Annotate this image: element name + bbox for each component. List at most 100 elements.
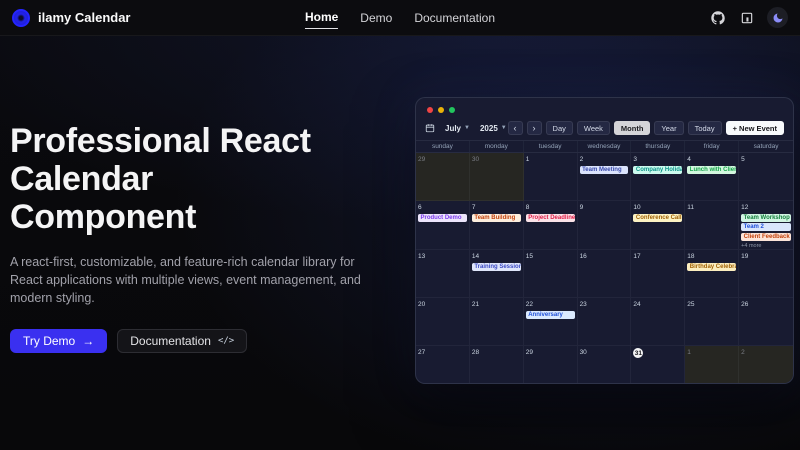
day-number: 26 <box>741 300 791 309</box>
calendar-day-cell[interactable]: 5 <box>739 153 793 201</box>
calendar-day-cell[interactable]: 6Product Demo <box>416 201 470 250</box>
calendar-day-cell[interactable]: 13 <box>416 250 470 298</box>
calendar-event[interactable]: Team Workshop <box>741 214 791 222</box>
weekday-label-thursday: thursday <box>631 141 685 152</box>
calendar-day-cell[interactable]: 11 <box>685 201 739 250</box>
day-number: 13 <box>418 252 467 261</box>
close-window-icon[interactable] <box>427 107 433 113</box>
calendar-day-cell[interactable]: 30 <box>470 153 524 201</box>
calendar-event[interactable]: Anniversary <box>526 311 575 319</box>
calendar-day-cell[interactable]: 1 <box>685 346 739 383</box>
calendar-event[interactable]: Training Session <box>472 263 521 271</box>
month-dropdown[interactable]: July ▼ <box>445 124 470 133</box>
github-icon[interactable] <box>709 9 727 27</box>
calendar-event[interactable]: Conference Call <box>633 214 682 222</box>
calendar-day-cell[interactable]: 18Birthday Celebration <box>685 250 739 298</box>
calendar-day-cell[interactable]: 31 <box>631 346 685 383</box>
today-button[interactable]: Today <box>688 121 722 135</box>
day-number: 22 <box>526 300 575 309</box>
calendar-day-cell[interactable]: 25 <box>685 298 739 346</box>
more-events-link[interactable]: +4 more <box>741 243 791 249</box>
calendar-event[interactable]: Team Meeting <box>580 166 629 174</box>
calendar-day-cell[interactable]: 2Team Meeting <box>578 153 632 201</box>
calendar-day-cell[interactable]: 3Company Holiday <box>631 153 685 201</box>
calendar-day-cell[interactable]: 29 <box>416 153 470 201</box>
day-number: 29 <box>418 155 467 164</box>
moon-icon <box>772 12 784 24</box>
calendar-event[interactable]: Client Feedback Session <box>741 233 791 241</box>
landing-page: ilamy Calendar Home Demo Documentation Pro… <box>0 0 800 450</box>
calendar-day-cell[interactable]: 14Training Session <box>470 250 524 298</box>
calendar-day-cell[interactable]: 17 <box>631 250 685 298</box>
npm-icon[interactable] <box>738 9 756 27</box>
calendar-day-cell[interactable]: 10 Conference Call <box>631 201 685 250</box>
calendar-day-cell[interactable]: 28 <box>470 346 524 383</box>
calendar-event[interactable]: Birthday Celebration <box>687 263 736 271</box>
nav-documentation[interactable]: Documentation <box>414 7 495 29</box>
day-number: 24 <box>633 300 682 309</box>
day-number: 23 <box>580 300 629 309</box>
calendar-day-cell[interactable]: 16 <box>578 250 632 298</box>
day-number: 1 <box>687 348 736 357</box>
theme-toggle-button[interactable] <box>767 7 788 28</box>
hero-subtitle: A react-first, customizable, and feature… <box>10 253 382 307</box>
calendar-day-cell[interactable]: 26 <box>739 298 793 346</box>
calendar-event[interactable]: Team 2 <box>741 223 791 231</box>
toolbar-left: July ▼ 2025 ▼ <box>425 123 507 133</box>
arrow-right-icon: → <box>82 334 94 348</box>
header: ilamy Calendar Home Demo Documentation <box>0 0 800 36</box>
brand[interactable]: ilamy Calendar <box>12 9 131 27</box>
calendar-day-cell[interactable]: 20 <box>416 298 470 346</box>
minimize-window-icon[interactable] <box>438 107 444 113</box>
year-label: 2025 <box>480 124 498 133</box>
calendar-day-cell[interactable]: 29 <box>524 346 578 383</box>
calendar-event[interactable]: Team Building <box>472 214 521 222</box>
calendar-day-cell[interactable]: 19 <box>739 250 793 298</box>
day-number: 5 <box>741 155 791 164</box>
calendar-event[interactable]: Product Demo <box>418 214 467 222</box>
year-dropdown[interactable]: 2025 ▼ <box>480 124 507 133</box>
new-event-button[interactable]: + New Event <box>726 121 784 135</box>
day-number: 7 <box>472 203 521 212</box>
hero-copy: Professional React Calendar Component A … <box>10 122 412 353</box>
documentation-button[interactable]: Documentation </> <box>117 329 247 353</box>
calendar-event[interactable]: Lunch with Client <box>687 166 736 174</box>
main-nav: Home Demo Documentation <box>305 0 495 35</box>
view-day-button[interactable]: Day <box>546 121 573 135</box>
documentation-label: Documentation <box>130 334 211 348</box>
calendar-day-cell[interactable]: 9 <box>578 201 632 250</box>
calendar-icon <box>425 123 435 133</box>
nav-home[interactable]: Home <box>305 6 338 29</box>
day-number: 15 <box>526 252 575 261</box>
calendar-day-cell[interactable]: 22 Anniversary <box>524 298 578 346</box>
window-titlebar <box>416 98 793 114</box>
calendar-day-cell[interactable]: 7 Team Building <box>470 201 524 250</box>
calendar-event[interactable]: Project Deadline <box>526 214 575 222</box>
next-button[interactable]: › <box>527 121 542 135</box>
calendar-day-cell[interactable]: 23 <box>578 298 632 346</box>
view-year-button[interactable]: Year <box>654 121 683 135</box>
calendar-day-cell[interactable]: 8Project Deadline <box>524 201 578 250</box>
calendar-event[interactable]: Company Holiday <box>633 166 682 174</box>
calendar-day-cell[interactable]: 27 <box>416 346 470 383</box>
try-demo-button[interactable]: Try Demo → <box>10 329 107 353</box>
view-month-button[interactable]: Month <box>614 121 651 135</box>
day-number: 2 <box>741 348 791 357</box>
calendar-day-cell[interactable]: 4Lunch with Client <box>685 153 739 201</box>
toolbar-right: ‹ › Day Week MonthYear Today + New Event <box>508 121 784 135</box>
calendar-day-cell[interactable]: 21 <box>470 298 524 346</box>
nav-demo[interactable]: Demo <box>360 7 392 29</box>
calendar-day-cell[interactable]: 1 <box>524 153 578 201</box>
prev-button[interactable]: ‹ <box>508 121 523 135</box>
calendar-day-cell[interactable]: 12 Team WorkshopTeam 2 Client Feedback Ses… <box>739 201 793 250</box>
calendar-day-cell[interactable]: 30 <box>578 346 632 383</box>
calendar-day-cell[interactable]: 15 <box>524 250 578 298</box>
view-week-button[interactable]: Week <box>577 121 610 135</box>
day-number: 12 <box>741 203 791 212</box>
maximize-window-icon[interactable] <box>449 107 455 113</box>
weekday-label-tuesday: tuesday <box>524 141 578 152</box>
day-number: 10 <box>633 203 682 212</box>
day-number: 30 <box>580 348 629 357</box>
calendar-day-cell[interactable]: 2 <box>739 346 793 383</box>
calendar-day-cell[interactable]: 24 <box>631 298 685 346</box>
